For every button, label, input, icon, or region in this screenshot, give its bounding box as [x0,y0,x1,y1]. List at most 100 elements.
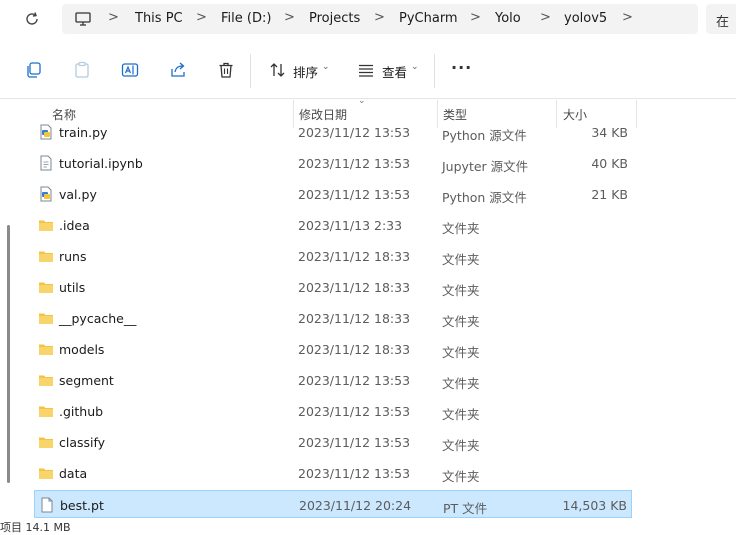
file-row[interactable]: segment 2023/11/12 13:53 文件夹 [34,366,632,394]
file-name: data [59,466,88,481]
chevron-down-icon: ⌄ [322,62,330,72]
chevron-down-icon: ⌄ [411,62,419,72]
sort-chevron-icon: ⌄ [358,96,366,106]
file-row[interactable]: train.py 2023/11/12 13:53 Python 源文件 34 KB [34,118,632,146]
breadcrumb-pycharm[interactable]: PyCharm [399,11,458,26]
file-type: 文件夹 [442,376,480,391]
folder-icon [38,465,54,481]
file-row[interactable]: .github 2023/11/12 13:53 文件夹 [34,397,632,425]
folder-icon [38,279,54,295]
file-type: 文件夹 [442,221,480,236]
file-date: 2023/11/12 13:53 [298,125,411,140]
trash-icon [219,62,233,78]
file-type: 文件夹 [442,469,480,484]
file-name: utils [59,280,86,295]
file-row[interactable]: __pycache__ 2023/11/12 18:33 文件夹 [34,304,632,332]
breadcrumb-projects[interactable]: Projects [309,11,360,26]
breadcrumb-drive[interactable]: File (D:) [221,11,271,26]
file-row[interactable]: data 2023/11/12 13:53 文件夹 [34,459,632,487]
file-row[interactable]: best.pt 2023/11/12 20:24 PT 文件 14,503 KB [34,490,632,518]
folder-icon [38,217,54,233]
column-divider[interactable] [636,100,637,128]
notebook-file-icon [38,155,54,171]
refresh-button[interactable] [22,9,42,29]
breadcrumb-chevron-icon: > [284,10,295,25]
breadcrumb-this-pc[interactable]: This PC [135,11,183,26]
rename-button[interactable] [120,60,140,80]
share-icon [171,62,185,77]
file-type: 文件夹 [442,283,480,298]
paste-icon [75,61,89,78]
file-type: Jupyter 源文件 [442,159,529,174]
file-date: 2023/11/12 18:33 [298,342,411,357]
breadcrumb-chevron-icon: > [374,10,385,25]
file-row[interactable]: runs 2023/11/12 18:33 文件夹 [34,242,632,270]
file-name: runs [59,249,87,264]
file-date: 2023/11/12 13:53 [298,404,411,419]
computer-icon [74,10,92,28]
file-row[interactable]: val.py 2023/11/12 13:53 Python 源文件 21 KB [34,180,632,208]
refresh-icon [26,12,38,25]
folder-icon [38,403,54,419]
file-icon [39,497,55,513]
folder-icon [38,434,54,450]
breadcrumb-chevron-icon: > [196,10,207,25]
python-file-icon [38,124,54,140]
file-name: tutorial.ipynb [59,156,143,171]
copy-button[interactable] [24,60,44,80]
file-type: 文件夹 [442,252,480,267]
file-name: train.py [59,125,108,140]
folder-icon [38,310,54,326]
python-file-icon [38,186,54,202]
file-row[interactable]: tutorial.ipynb 2023/11/12 13:53 Jupyter 源文… [34,149,632,177]
breadcrumb-yolo[interactable]: Yolo [495,11,521,26]
file-date: 2023/11/12 20:24 [299,498,412,513]
rename-icon [121,63,139,77]
file-name: __pycache__ [59,311,137,326]
search-box-label: 在 [716,15,730,30]
file-type: Python 源文件 [442,190,527,205]
folder-icon [38,248,54,264]
file-date: 2023/11/12 13:53 [298,466,411,481]
file-type: 文件夹 [442,407,480,422]
file-size: 21 KB [591,187,628,202]
file-size: 40 KB [591,156,628,171]
file-row[interactable]: classify 2023/11/12 13:53 文件夹 [34,428,632,456]
toolbar-divider [434,54,435,88]
paste-button[interactable] [72,60,92,80]
file-row[interactable]: models 2023/11/12 18:33 文件夹 [34,335,632,363]
view-lines-icon [356,60,376,80]
file-date: 2023/11/12 13:53 [298,373,411,388]
sort-arrows-icon [268,60,288,80]
file-name: best.pt [60,498,104,513]
file-size: 34 KB [591,125,628,140]
file-size: 14,503 KB [562,498,627,513]
file-name: .github [59,404,104,419]
file-date: 2023/11/12 13:53 [298,187,411,202]
file-row[interactable]: .idea 2023/11/13 2:33 文件夹 [34,211,632,239]
breadcrumb-chevron-icon: > [622,10,633,25]
breadcrumb-yolov5[interactable]: yolov5 [564,11,607,26]
vertical-scrollbar[interactable] [7,225,10,483]
folder-icon [38,372,54,388]
file-date: 2023/11/12 13:53 [298,435,411,450]
file-type: 文件夹 [442,345,480,360]
breadcrumb-chevron-icon: > [108,10,119,25]
delete-button[interactable] [216,60,236,80]
file-date: 2023/11/12 18:33 [298,311,411,326]
file-date: 2023/11/12 18:33 [298,249,411,264]
view-button[interactable]: 查看 [382,62,407,81]
search-box[interactable]: 在 [706,4,736,34]
status-bar-text: 项目 14.1 MB [0,521,71,534]
breadcrumb-chevron-icon: > [540,10,551,25]
file-row[interactable]: utils 2023/11/12 18:33 文件夹 [34,273,632,301]
file-date: 2023/11/13 2:33 [298,218,403,233]
breadcrumb-chevron-icon: > [470,10,481,25]
more-options-button[interactable]: ··· [451,58,472,77]
file-name: classify [59,435,106,450]
copy-icon [27,62,41,78]
sort-button[interactable]: 排序 [293,62,318,81]
file-type: PT 文件 [443,501,488,516]
share-button[interactable] [168,60,188,80]
file-name: segment [59,373,114,388]
